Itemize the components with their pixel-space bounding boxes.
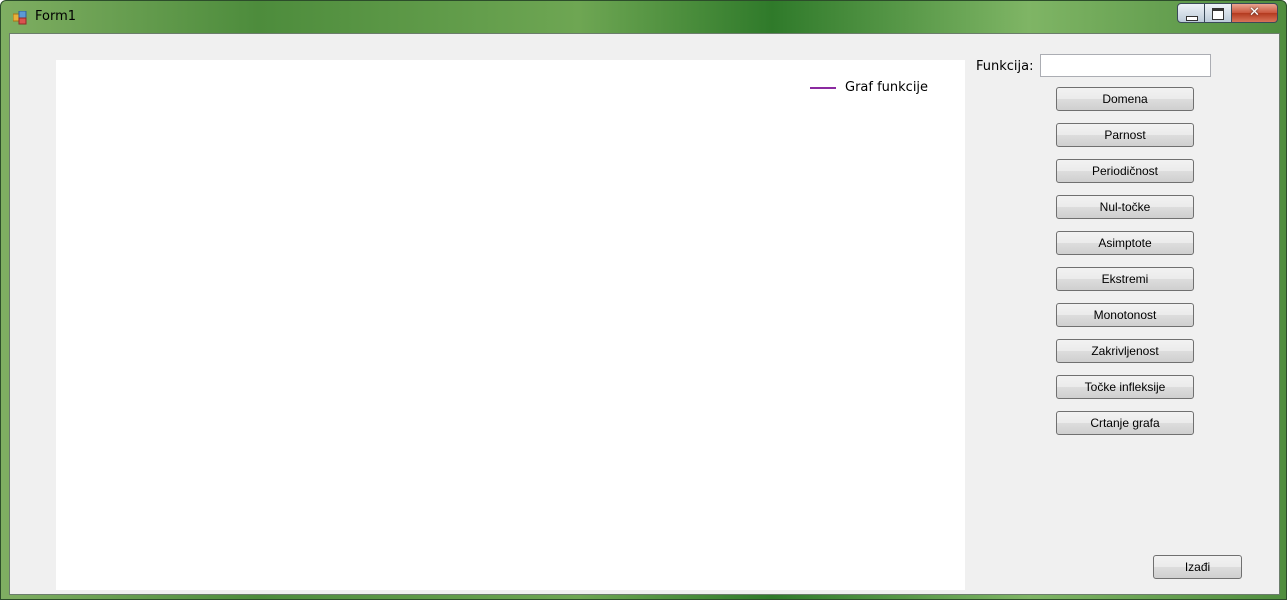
parity-button[interactable]: Parnost [1056,123,1194,147]
domain-button[interactable]: Domena [1056,87,1194,111]
caption-buttons: ✕ [1177,3,1278,25]
periodicity-button[interactable]: Periodičnost [1056,159,1194,183]
function-input[interactable] [1040,54,1211,77]
asymptotes-button[interactable]: Asimptote [1056,231,1194,255]
exit-button[interactable]: Izađi [1153,555,1242,579]
extrema-button[interactable]: Ekstremi [1056,267,1194,291]
draw-graph-button[interactable]: Crtanje grafa [1056,411,1194,435]
chart-legend: Graf funkcije [810,80,928,95]
legend-series-line [810,86,836,89]
monotonicity-button[interactable]: Monotonost [1056,303,1194,327]
close-button[interactable]: ✕ [1232,3,1278,23]
inflection-points-button[interactable]: Točke infleksije [1056,375,1194,399]
legend-label: Graf funkcije [845,80,929,95]
minimize-button[interactable] [1177,3,1205,23]
function-label: Funkcija: [976,59,1034,74]
chart-canvas[interactable]: Graf funkcije [56,60,965,590]
zeros-button[interactable]: Nul-točke [1056,195,1194,219]
maximize-button[interactable] [1205,3,1232,23]
maximize-icon [1212,8,1224,20]
close-icon: ✕ [1249,5,1260,20]
minimize-icon [1186,16,1198,21]
title-bar[interactable]: Form1 ✕ [1,1,1286,33]
app-form-icon [13,11,27,25]
window-title: Form1 [35,9,77,24]
app-window: Form1 ✕ Graf funkcije Funkcija: Domena P… [0,0,1287,600]
form-client-area: Graf funkcije Funkcija: Domena Parnost P… [9,33,1280,595]
concavity-button[interactable]: Zakrivljenost [1056,339,1194,363]
